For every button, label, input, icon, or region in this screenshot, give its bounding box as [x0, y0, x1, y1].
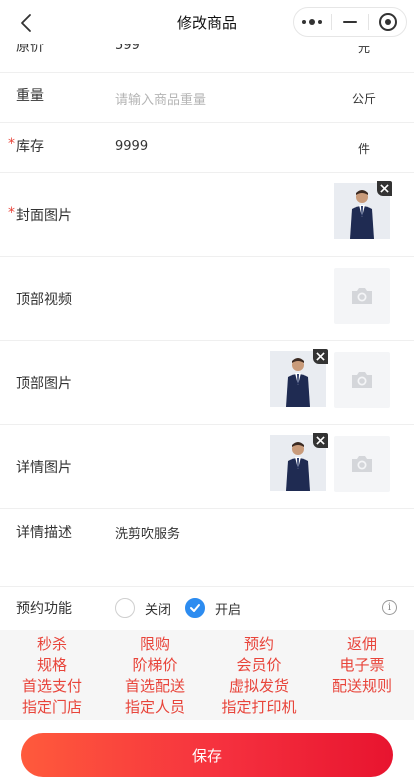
more-button[interactable]	[294, 8, 331, 36]
cover-label: * 封面图片	[8, 205, 72, 225]
camera-icon	[352, 372, 372, 388]
tag-commission[interactable]: 返佣	[314, 634, 410, 654]
reservation-off-radio[interactable]	[115, 598, 135, 618]
reservation-off-label[interactable]: 关闭	[145, 599, 171, 618]
delete-image-button[interactable]	[377, 181, 392, 196]
upload-image-button[interactable]	[334, 352, 390, 408]
tag-preferred-delivery[interactable]: 首选配送	[107, 676, 203, 696]
top-images-label: 顶部图片	[16, 376, 72, 392]
detail-description-label: 详情描述	[16, 525, 72, 541]
tag-reservation[interactable]: 预约	[211, 634, 307, 654]
save-button[interactable]: 保存	[21, 733, 393, 777]
top-images-row: 顶部图片	[0, 341, 414, 425]
top-video-label: 顶部视频	[16, 292, 72, 308]
reservation-row: 预约功能 关闭 开启 i	[0, 587, 414, 630]
tag-member-price[interactable]: 会员价	[211, 655, 307, 675]
feature-tags-panel: 秒杀 限购 预约 返佣 规格 阶梯价 会员价 电子票 首选支付 首选配送 虚拟发…	[0, 630, 414, 720]
weight-input[interactable]: 请输入商品重量	[115, 89, 206, 108]
cover-label-text: 封面图片	[16, 208, 72, 224]
top-image-thumbnail[interactable]	[270, 349, 328, 407]
minimize-button[interactable]	[332, 8, 369, 36]
miniapp-capsule	[293, 7, 407, 37]
top-video-row: 顶部视频	[0, 257, 414, 341]
detail-images-row: 详情图片	[0, 425, 414, 509]
stock-label: * 库存	[8, 136, 44, 156]
reservation-label: 预约功能	[16, 601, 72, 617]
tag-designated-store[interactable]: 指定门店	[4, 697, 100, 717]
camera-icon	[352, 288, 372, 304]
stock-input[interactable]: 9999	[115, 139, 148, 154]
delete-image-button[interactable]	[313, 433, 328, 448]
info-icon[interactable]: i	[382, 600, 397, 615]
weight-label: 重量	[16, 88, 44, 104]
stock-row[interactable]: * 库存 9999 件	[0, 123, 414, 173]
upload-video-button[interactable]	[334, 268, 390, 324]
target-circle-icon	[378, 13, 397, 31]
tag-virtual-shipping[interactable]: 虚拟发货	[211, 676, 307, 696]
detail-images-label: 详情图片	[16, 460, 72, 476]
tag-designated-staff[interactable]: 指定人员	[107, 697, 203, 717]
detail-image-thumbnail[interactable]	[270, 433, 328, 491]
weight-row[interactable]: 重量 请输入商品重量 公斤	[0, 73, 414, 123]
reservation-on-label[interactable]: 开启	[215, 599, 241, 618]
stock-unit: 件	[357, 142, 370, 156]
weight-unit: 公斤	[352, 92, 377, 106]
detail-description-input[interactable]: 洗剪吹服务	[115, 523, 180, 542]
reservation-on-radio[interactable]	[185, 598, 205, 618]
tag-designated-printer[interactable]: 指定打印机	[211, 697, 307, 717]
delete-image-button[interactable]	[313, 349, 328, 364]
close-icon	[380, 184, 389, 193]
required-mark: *	[8, 205, 15, 221]
tag-preferred-payment[interactable]: 首选支付	[4, 676, 100, 696]
cover-image-thumbnail[interactable]	[334, 181, 392, 239]
more-dots-icon	[302, 19, 323, 25]
tag-spec[interactable]: 规格	[4, 655, 100, 675]
close-icon	[316, 436, 325, 445]
cover-image-row: * 封面图片	[0, 173, 414, 257]
checkmark-icon	[190, 604, 200, 612]
tag-purchase-limit[interactable]: 限购	[107, 634, 203, 654]
close-miniapp-button[interactable]	[369, 8, 406, 36]
upload-image-button[interactable]	[334, 436, 390, 492]
nav-header: 修改商品	[0, 0, 414, 44]
tag-delivery-rules[interactable]: 配送规则	[314, 676, 410, 696]
tag-e-ticket[interactable]: 电子票	[314, 655, 410, 675]
required-mark: *	[8, 136, 15, 152]
close-icon	[316, 352, 325, 361]
stock-label-text: 库存	[16, 139, 44, 155]
detail-description-row[interactable]: 详情描述 洗剪吹服务	[0, 509, 414, 587]
minus-icon	[343, 21, 357, 23]
tag-flash-sale[interactable]: 秒杀	[4, 634, 100, 654]
tag-tiered-price[interactable]: 阶梯价	[107, 655, 203, 675]
camera-icon	[352, 456, 372, 472]
